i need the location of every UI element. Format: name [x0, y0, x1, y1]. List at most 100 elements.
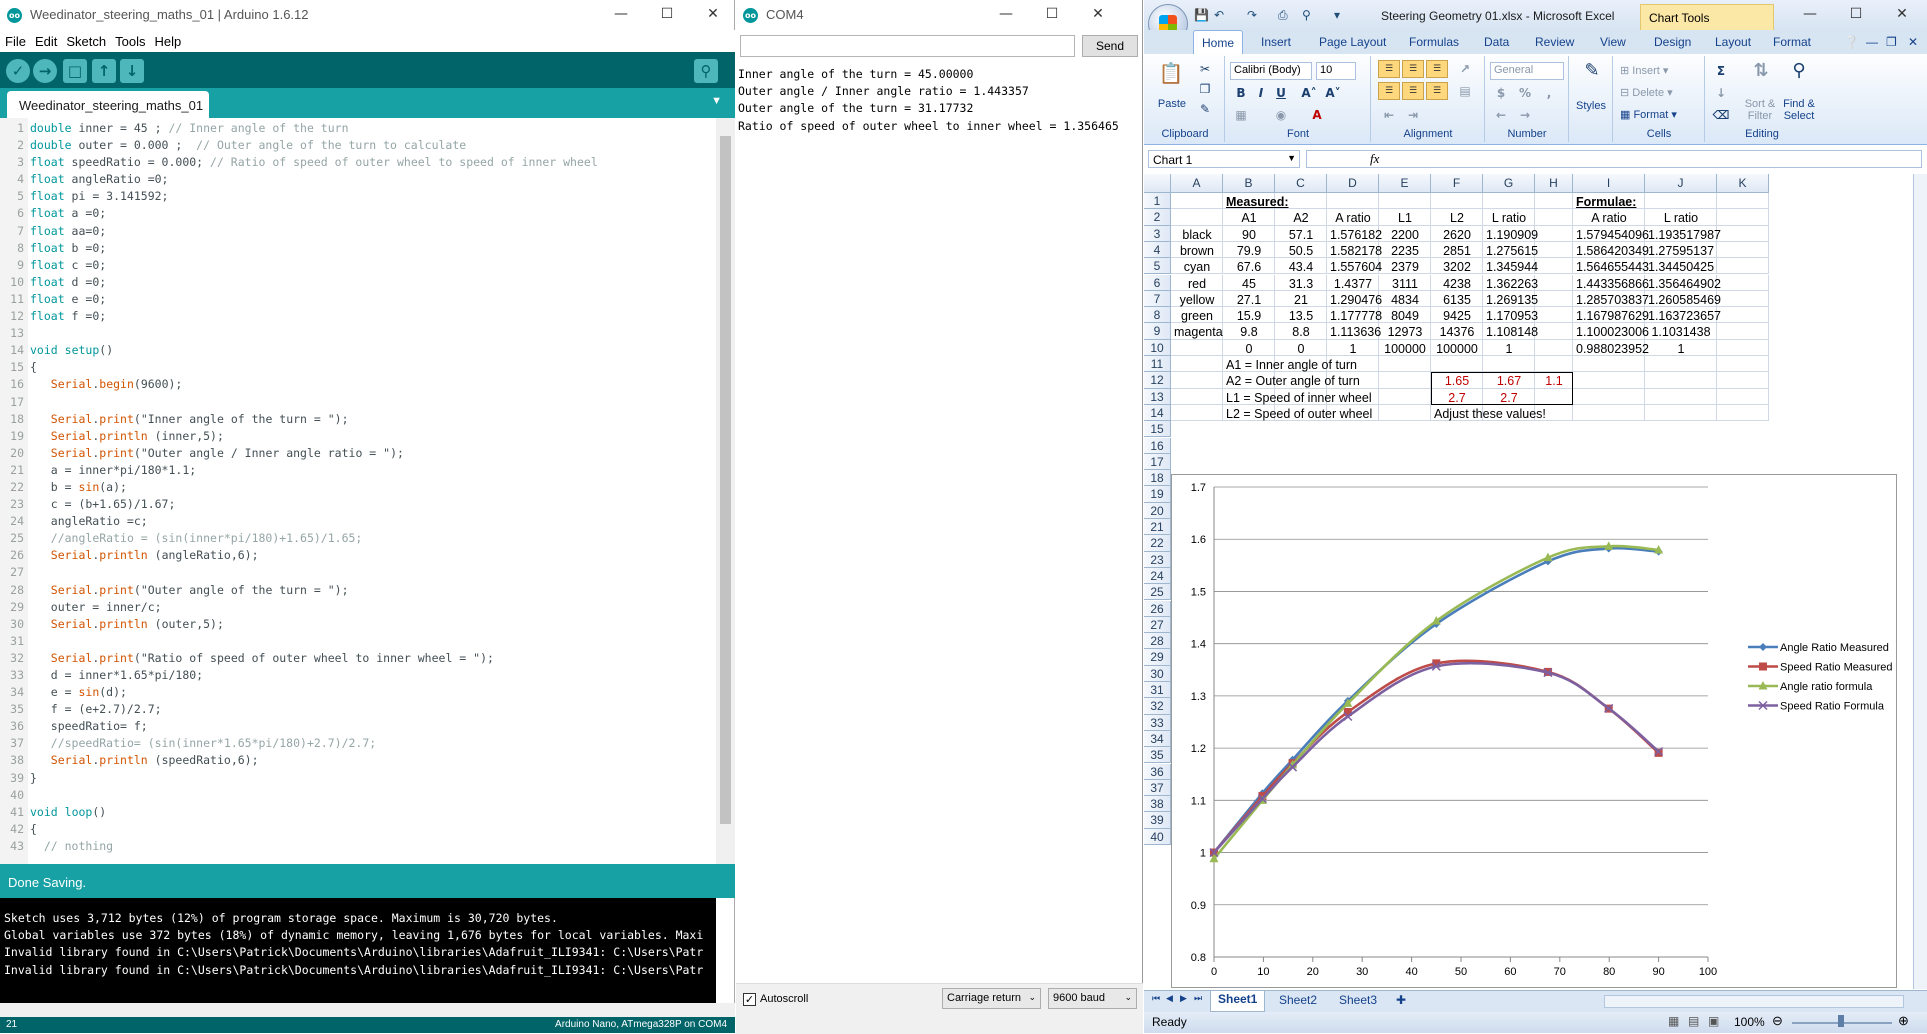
grid-cell[interactable] [1535, 225, 1573, 242]
table-cell[interactable]: 1.579454096 [1573, 226, 1649, 242]
table-cell[interactable] [1171, 340, 1223, 356]
normal-view-icon[interactable]: ▦ [1668, 1014, 1679, 1028]
paste-button[interactable]: Paste [1154, 98, 1190, 110]
clear-eraser-icon[interactable]: ⌫ [1710, 106, 1732, 124]
table-cell[interactable]: 2851 [1431, 242, 1483, 258]
table-cell[interactable]: 9425 [1431, 307, 1483, 323]
baud-select[interactable]: 9600 baud ⌄ [1048, 988, 1137, 1009]
row-header[interactable]: 4 [1144, 241, 1171, 259]
row-header[interactable]: 15 [1144, 421, 1171, 438]
row-header[interactable]: 31 [1144, 682, 1171, 699]
percent-icon[interactable]: % [1514, 84, 1536, 102]
tab-design[interactable]: Design [1654, 35, 1691, 49]
comma-icon[interactable]: , [1538, 84, 1560, 102]
minimize-icon[interactable]: — [983, 0, 1029, 30]
align-right-icon[interactable]: ☰ [1426, 82, 1448, 100]
decrease-indent-icon[interactable]: ⇤ [1378, 106, 1400, 124]
column-header[interactable]: I [1573, 174, 1645, 193]
find-select-button[interactable]: Find & Select [1780, 98, 1818, 122]
row-header[interactable]: 39 [1144, 812, 1171, 829]
page-layout-view-icon[interactable]: ▤ [1688, 1014, 1699, 1028]
zoom-slider-thumb[interactable] [1838, 1015, 1844, 1027]
grid-cell[interactable] [1645, 372, 1717, 389]
table-cell[interactable]: 1.34450425 [1645, 258, 1717, 274]
row-header[interactable]: 1 [1144, 193, 1171, 210]
column-label[interactable]: A1 [1223, 209, 1275, 225]
find-binoculars-icon[interactable]: ⚲ [1784, 62, 1814, 88]
open-arrow-up-icon[interactable]: ↑ [92, 59, 116, 83]
save-icon[interactable]: 💾 [1194, 8, 1209, 22]
ribbon-close-icon[interactable]: ✕ [1908, 35, 1918, 49]
row-header[interactable]: 30 [1144, 665, 1171, 682]
grid-cell[interactable] [1379, 193, 1431, 210]
table-cell[interactable]: green [1171, 307, 1223, 323]
tab-data[interactable]: Data [1484, 35, 1509, 49]
align-top-icon[interactable]: ☰ [1378, 60, 1400, 78]
send-button[interactable]: Send [1082, 35, 1138, 57]
ribbon-restore-icon[interactable]: ❐ [1886, 35, 1897, 49]
table-cell[interactable]: 8049 [1379, 307, 1431, 323]
table-cell[interactable]: 1.1031438 [1645, 323, 1717, 339]
row-header[interactable]: 40 [1144, 828, 1171, 845]
column-header[interactable]: B [1223, 174, 1275, 193]
borders-icon[interactable]: ▦ [1230, 106, 1252, 124]
row-header[interactable]: 35 [1144, 747, 1171, 764]
grid-hscrollbar[interactable] [1604, 995, 1904, 1008]
row-header[interactable]: 8 [1144, 307, 1171, 324]
styles-icon[interactable]: ✎ [1580, 62, 1604, 86]
increase-decimal-icon[interactable]: ← [1490, 106, 1512, 124]
number-format-select[interactable]: General [1490, 62, 1564, 80]
table-cell[interactable]: 45 [1223, 275, 1275, 291]
font-size-select[interactable]: 10 [1316, 62, 1356, 80]
grid-cell[interactable] [1717, 356, 1769, 373]
row-header[interactable]: 26 [1144, 600, 1171, 617]
fill-color-icon[interactable]: ◉ [1270, 106, 1292, 124]
bold-icon[interactable]: B [1230, 84, 1252, 102]
zoom-in-icon[interactable]: ⊕ [1898, 1013, 1909, 1029]
tab-formulas[interactable]: Formulas [1409, 35, 1459, 49]
table-cell[interactable]: 43.4 [1275, 258, 1327, 274]
column-header[interactable]: K [1717, 174, 1769, 193]
grid-cell[interactable] [1717, 209, 1769, 226]
table-cell[interactable]: 0 [1275, 340, 1327, 356]
grid-cell[interactable] [1717, 307, 1769, 324]
column-label[interactable]: L ratio [1645, 209, 1717, 225]
table-cell[interactable]: 100000 [1431, 340, 1483, 356]
grid-cell[interactable] [1645, 356, 1717, 373]
table-cell[interactable]: 1.4377 [1327, 275, 1379, 291]
row-header[interactable]: 16 [1144, 437, 1171, 454]
row-header[interactable]: 12 [1144, 372, 1171, 389]
row-header[interactable]: 2 [1144, 209, 1171, 226]
grid-cell[interactable] [1535, 307, 1573, 324]
table-cell[interactable]: 31.3 [1275, 275, 1327, 291]
table-cell[interactable]: 12973 [1379, 323, 1431, 339]
column-header[interactable]: F [1431, 174, 1483, 193]
paste-clipboard-icon[interactable]: 📋 [1158, 63, 1184, 90]
grid-cell[interactable] [1535, 290, 1573, 308]
last-sheet-icon[interactable]: ⏭ [1194, 993, 1202, 1004]
align-bottom-icon[interactable]: ☰ [1426, 60, 1448, 78]
table-cell[interactable]: 14376 [1431, 323, 1483, 339]
align-left-icon[interactable]: ☰ [1378, 82, 1400, 100]
tab-layout[interactable]: Layout [1715, 35, 1751, 49]
grid-cell[interactable] [1717, 290, 1769, 308]
note-text[interactable]: L1 = Speed of inner wheel [1223, 389, 1372, 405]
currency-icon[interactable]: $ [1490, 84, 1512, 102]
column-header[interactable]: D [1327, 174, 1379, 193]
underline-icon[interactable]: U [1270, 84, 1292, 102]
row-header[interactable]: 27 [1144, 616, 1171, 634]
menu-tools[interactable]: Tools [110, 30, 149, 49]
row-header[interactable]: 7 [1144, 290, 1171, 308]
table-cell[interactable]: 3111 [1379, 275, 1431, 291]
customize-qat-icon[interactable]: ▾ [1334, 8, 1340, 22]
grid-cell[interactable] [1483, 356, 1535, 373]
next-sheet-icon[interactable]: ▶ [1180, 993, 1187, 1004]
minimize-icon[interactable]: — [1787, 0, 1833, 30]
tab-menu-chevron-down-icon[interactable]: ▼ [711, 95, 722, 107]
row-header[interactable]: 6 [1144, 274, 1171, 291]
grid-cell[interactable] [1171, 372, 1223, 389]
grid-cell[interactable] [1379, 404, 1431, 422]
italic-icon[interactable]: I [1250, 84, 1272, 102]
table-cell[interactable]: 0 [1223, 340, 1275, 356]
grid-cell[interactable] [1327, 193, 1379, 210]
